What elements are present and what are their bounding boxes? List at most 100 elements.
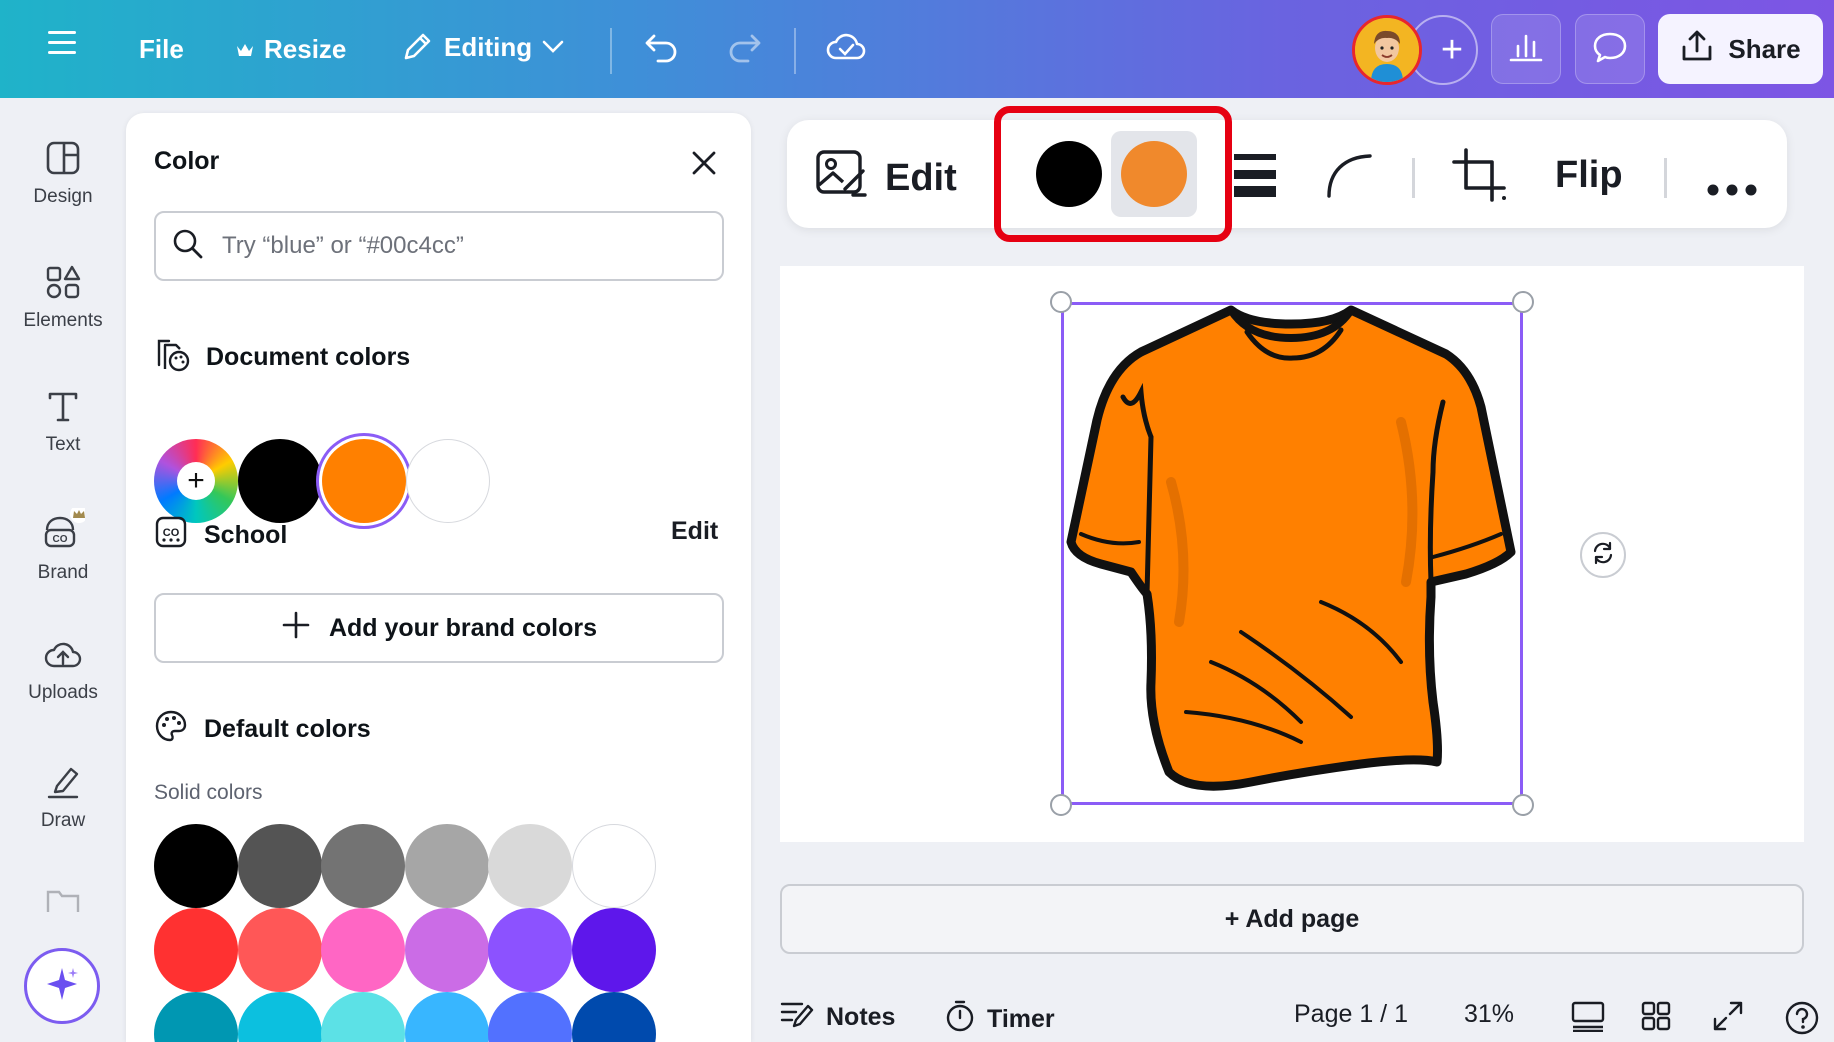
zoom-level[interactable]: 31% — [1464, 1000, 1514, 1029]
border-weight-icon — [1234, 152, 1276, 208]
rail-item-elements[interactable]: Elements — [0, 264, 126, 332]
redo-button[interactable] — [726, 30, 762, 64]
rail-item-draw[interactable]: Draw — [0, 764, 126, 832]
brand-kit-icon: CO — [154, 515, 188, 556]
solid-color-swatch[interactable] — [488, 992, 572, 1042]
palette-files-icon — [154, 335, 190, 380]
rotate-handle[interactable] — [1580, 532, 1626, 578]
solid-color-swatch[interactable] — [405, 992, 489, 1042]
crop-button[interactable] — [1452, 148, 1508, 212]
add-color-swatch[interactable]: + — [154, 439, 238, 523]
editing-mode-dropdown[interactable]: Editing — [400, 30, 564, 64]
rail-item-more[interactable] — [0, 888, 126, 914]
rail-item-label: Elements — [23, 310, 102, 332]
solid-color-swatch[interactable] — [238, 992, 322, 1042]
solid-color-swatch[interactable] — [572, 824, 656, 908]
solid-color-swatch[interactable] — [321, 824, 405, 908]
folder-icon — [45, 888, 81, 914]
menu-button[interactable] — [48, 30, 78, 56]
add-brand-colors-button[interactable]: Add your brand colors — [154, 593, 724, 663]
highlight-annotation — [994, 106, 1232, 242]
rail-item-label: Draw — [41, 810, 85, 832]
zoom-label: 31% — [1464, 1000, 1514, 1029]
crop-icon — [1452, 148, 1508, 212]
resize-handle[interactable] — [1512, 794, 1534, 816]
file-menu[interactable]: File — [139, 34, 184, 65]
crown-icon — [236, 42, 254, 58]
solid-color-swatch[interactable] — [321, 908, 405, 992]
magic-assistant-button[interactable] — [24, 948, 100, 1024]
document-color-swatch-selected[interactable] — [322, 439, 406, 523]
help-icon — [1784, 1000, 1820, 1042]
document-color-swatch[interactable] — [238, 439, 322, 523]
share-label: Share — [1728, 34, 1800, 65]
rail-item-label: Uploads — [28, 682, 98, 704]
grid-icon — [1640, 1000, 1672, 1039]
color-search[interactable] — [154, 211, 724, 281]
solid-color-swatch[interactable] — [488, 908, 572, 992]
corner-rounding-button[interactable] — [1326, 152, 1372, 208]
solid-colors-label: Solid colors — [154, 781, 263, 805]
resize-handle[interactable] — [1050, 794, 1072, 816]
default-colors-heading: Default colors — [154, 709, 371, 750]
fullscreen-button[interactable] — [1712, 1000, 1744, 1039]
flip-label: Flip — [1555, 154, 1623, 197]
color-panel: Color Document colors + CO School Edit A… — [126, 113, 751, 1042]
comments-button[interactable] — [1575, 14, 1645, 84]
flip-button[interactable]: Flip — [1555, 154, 1623, 197]
solid-color-swatch[interactable] — [405, 824, 489, 908]
menu-icon — [48, 30, 78, 56]
rail-item-uploads[interactable]: Uploads — [0, 638, 126, 704]
page-view-button[interactable] — [1570, 1000, 1606, 1039]
insights-button[interactable] — [1491, 14, 1561, 84]
search-icon — [172, 228, 204, 265]
plus-icon: + — [177, 462, 215, 500]
rail-item-text[interactable]: Text — [0, 388, 126, 456]
file-label: File — [139, 34, 184, 65]
more-options-button[interactable] — [1706, 164, 1758, 207]
undo-button[interactable] — [644, 30, 680, 64]
solid-color-swatch[interactable] — [321, 992, 405, 1042]
solid-color-swatch[interactable] — [238, 908, 322, 992]
cloud-save-status[interactable] — [826, 30, 866, 62]
edit-label: Edit — [885, 157, 957, 200]
rail-item-design[interactable]: Design — [0, 140, 126, 208]
resize-handle[interactable] — [1050, 291, 1072, 313]
avatar[interactable] — [1352, 15, 1422, 85]
resize-handle[interactable] — [1512, 291, 1534, 313]
corner-radius-icon — [1326, 152, 1372, 208]
edit-image-button[interactable]: Edit — [815, 147, 957, 209]
color-search-input[interactable] — [222, 232, 692, 260]
timer-button[interactable]: Timer — [945, 1000, 1055, 1039]
solid-color-swatch[interactable] — [238, 824, 322, 908]
toolbar-divider — [1664, 158, 1667, 198]
document-colors-label: Document colors — [206, 343, 410, 372]
top-bar: File Resize Editing + — [0, 0, 1834, 98]
share-button[interactable]: Share — [1658, 14, 1823, 84]
left-rail: Design Elements Text CO Brand Uploads Dr… — [0, 98, 126, 1042]
close-icon — [686, 168, 722, 185]
palette-icon — [154, 709, 188, 750]
solid-color-swatch[interactable] — [488, 824, 572, 908]
close-panel-button[interactable] — [686, 145, 722, 181]
rail-item-label: Brand — [38, 562, 89, 584]
toolbar-divider — [1412, 158, 1415, 198]
border-style-button[interactable] — [1234, 152, 1276, 208]
solid-color-swatch[interactable] — [154, 992, 238, 1042]
notes-button[interactable]: Notes — [780, 1000, 895, 1035]
school-edit-link[interactable]: Edit — [671, 517, 718, 546]
help-button[interactable] — [1784, 1000, 1820, 1042]
page-indicator[interactable]: Page 1 / 1 — [1294, 1000, 1408, 1029]
rail-item-brand[interactable]: CO Brand — [0, 508, 126, 584]
add-page-button[interactable]: + Add page — [780, 884, 1804, 954]
solid-color-swatch[interactable] — [405, 908, 489, 992]
bottom-bar: Notes Timer Page 1 / 1 31% — [770, 990, 1834, 1042]
solid-color-swatch[interactable] — [572, 992, 656, 1042]
resize-button[interactable]: Resize — [236, 34, 346, 65]
solid-color-swatch[interactable] — [154, 908, 238, 992]
solid-color-swatch[interactable] — [572, 908, 656, 992]
solid-color-swatch[interactable] — [154, 824, 238, 908]
grid-view-button[interactable] — [1640, 1000, 1672, 1039]
page-label: Page 1 / 1 — [1294, 1000, 1408, 1029]
document-color-swatch[interactable] — [406, 439, 490, 523]
